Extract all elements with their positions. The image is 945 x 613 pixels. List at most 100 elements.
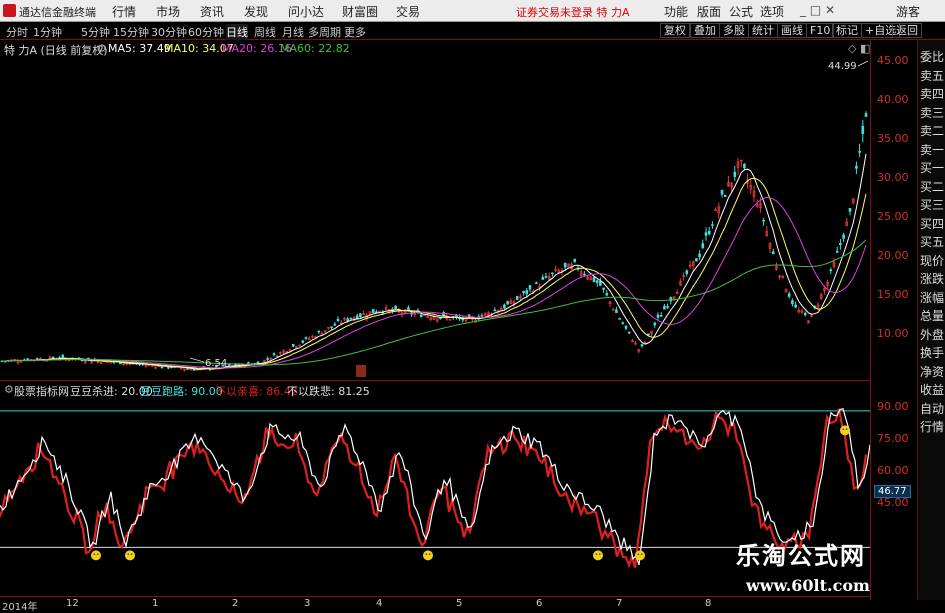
menu-gongneng[interactable]: 功能 <box>664 3 688 20</box>
btn-biaoji[interactable]: 标记 <box>832 23 862 38</box>
tf-monthly[interactable]: 月线 <box>282 24 304 40</box>
main-chart-header: 特 力A (日线 前复权) ⚙ MA5: 37.49 MA10: 34.07 M… <box>0 40 870 57</box>
candle-body <box>333 323 337 326</box>
btn-fuquan[interactable]: 复权 <box>660 23 690 38</box>
kline-chart[interactable]: 44.99 6.54 <box>0 56 870 378</box>
btn-f10[interactable]: F10 <box>806 23 835 38</box>
candle-body <box>51 356 55 359</box>
quote-label: 换手 <box>920 346 945 360</box>
candle-body <box>573 258 577 262</box>
tf-fenshi[interactable]: 分时 <box>6 24 28 40</box>
ind-axis-tick: 90.00 <box>877 400 909 413</box>
btn-diejia[interactable]: 叠加 <box>690 23 720 38</box>
candle-body <box>192 369 196 371</box>
ind-axis-tick: 45.00 <box>877 496 909 509</box>
window-controls-icon[interactable]: _ □ ✕ <box>800 3 835 17</box>
btn-huaxian[interactable]: 画线 <box>777 23 807 38</box>
candle-body <box>515 296 519 300</box>
menu-faxian[interactable]: 发现 <box>244 3 268 20</box>
tf-60min[interactable]: 60分钟 <box>188 24 224 40</box>
quote-label[interactable]: 自动 <box>920 400 944 417</box>
tf-30min[interactable]: 30分钟 <box>151 24 187 40</box>
settings-icon[interactable]: ⚙ <box>97 42 107 55</box>
candle-body <box>528 285 532 290</box>
smiley-eye <box>127 553 130 555</box>
candle-body <box>627 331 631 334</box>
ind-settings-icon[interactable]: ⚙ <box>4 383 14 396</box>
candle-body <box>656 314 660 318</box>
candle-body <box>272 353 276 355</box>
btn-duogu[interactable]: 多股 <box>719 23 749 38</box>
menu-zixun[interactable]: 资讯 <box>200 3 224 20</box>
tf-more[interactable]: 更多 <box>344 24 366 40</box>
candle-body <box>266 358 269 360</box>
collapse-icon[interactable]: ◧ <box>860 42 870 55</box>
quote-label: 净资 <box>920 364 945 379</box>
smiley-eye <box>130 553 133 555</box>
menu-caifuquan[interactable]: 财富圈 <box>342 3 378 20</box>
menu-banmian[interactable]: 版面 <box>697 3 721 20</box>
candle-body <box>602 287 605 290</box>
x-label: 5 <box>456 598 463 609</box>
candle-body <box>525 290 529 295</box>
candle-body <box>301 340 305 343</box>
menu-shichang[interactable]: 市场 <box>156 3 180 20</box>
x-label: 2014年 <box>2 602 38 613</box>
ma5-line <box>2 153 867 370</box>
tf-weekly[interactable]: 周线 <box>254 24 276 40</box>
quote-label[interactable]: 行情 <box>920 418 944 435</box>
candle-body <box>247 362 250 364</box>
tf-15min[interactable]: 15分钟 <box>113 24 149 40</box>
candle-body <box>803 312 807 316</box>
guest-label[interactable]: 游客 <box>896 3 920 20</box>
menu-hangqing[interactable]: 行情 <box>112 3 136 20</box>
candle-body <box>829 269 833 272</box>
trade-status: 证券交易未登录 特 力A <box>516 6 630 19</box>
candle-body <box>835 251 839 253</box>
candle-body <box>666 306 669 308</box>
tf-multi[interactable]: 多周期 <box>308 24 341 40</box>
event-marker-icon[interactable] <box>356 365 366 377</box>
candle-body <box>61 354 65 358</box>
menu-jiaoyi[interactable]: 交易 <box>396 3 420 20</box>
candle-body <box>535 282 538 284</box>
tf-daily[interactable]: 日线 <box>226 24 248 40</box>
smiley-eye <box>842 428 845 430</box>
axis-tick: 25.00 <box>877 210 909 223</box>
candle-body <box>794 304 797 308</box>
candle-body <box>698 253 701 258</box>
x-label: 2 <box>232 598 239 609</box>
menu-gongshi[interactable]: 公式 <box>729 3 753 20</box>
candle-body <box>330 326 333 328</box>
ma10-line <box>2 177 867 370</box>
candle-body <box>336 318 340 322</box>
smiley-signal-icon <box>840 425 850 436</box>
quote-label: 涨跌 <box>920 272 945 286</box>
candle-body <box>599 281 602 286</box>
quote-label: 买一 <box>920 161 945 175</box>
watermark-url: www.60lt.com <box>746 576 870 595</box>
x-label: 6 <box>536 598 543 609</box>
btn-fanhui[interactable]: 返回 <box>892 23 922 38</box>
smiley-eye <box>640 553 643 555</box>
tf-1min[interactable]: 1分钟 <box>33 24 62 40</box>
tf-5min[interactable]: 5分钟 <box>81 24 110 40</box>
candle-body <box>419 314 423 318</box>
candle-body <box>394 305 397 310</box>
candle-body <box>711 224 714 226</box>
candle-body <box>544 276 548 278</box>
menu-xuanxiang[interactable]: 选项 <box>760 3 784 20</box>
candle-body <box>359 313 362 317</box>
candle-body <box>704 232 708 236</box>
diamond-icon[interactable]: ◇ <box>848 42 856 55</box>
candle-body <box>227 364 231 366</box>
timeframe-bar: 分时 1分钟 5分钟 15分钟 30分钟 60分钟 日线 周线 月线 多周期 更… <box>0 22 945 40</box>
candle-body <box>701 243 705 248</box>
x-label: 7 <box>616 598 623 609</box>
menu-wenxiaoda[interactable]: 问小达 <box>288 3 324 20</box>
btn-tongji[interactable]: 统计 <box>748 23 778 38</box>
smiley-eye <box>845 428 848 430</box>
candle-body <box>592 277 596 282</box>
quote-label: 现价 <box>920 253 945 268</box>
candle-body <box>839 242 842 246</box>
